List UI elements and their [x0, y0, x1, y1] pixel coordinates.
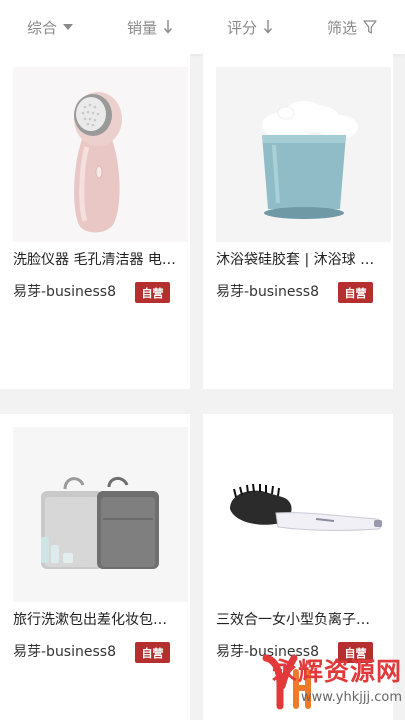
filter-button[interactable]: 筛选: [327, 17, 377, 38]
shop-name: 易芽-business8: [13, 644, 116, 660]
sort-rating-label: 评分: [226, 18, 257, 37]
arrow-down-icon: [163, 20, 173, 34]
self-operated-badge: 自营: [135, 282, 170, 303]
watermark-text: 永辉资源网: [271, 657, 402, 686]
self-operated-badge: 自营: [338, 282, 373, 303]
product-image-travel-toiletry-bag: [13, 427, 188, 602]
filter-label: 筛选: [326, 18, 357, 37]
product-image-facial-cleansing-brush: [13, 67, 188, 242]
sort-composite-label: 综合: [27, 18, 58, 37]
product-name: 旅行洗漱包出差化妆包…: [13, 612, 167, 628]
product-name: 三效合一女小型负离子…: [216, 612, 370, 628]
product-card[interactable]: 沐浴袋硅胶套 | 沐浴球 … 易芽-business8 自营: [203, 54, 393, 389]
shop-name: 易芽-business8: [216, 284, 319, 300]
sort-composite[interactable]: 综合: [27, 17, 74, 38]
sort-rating[interactable]: 评分: [227, 17, 273, 38]
product-name: 洗脸仪器 毛孔清洁器 电…: [13, 252, 176, 268]
sort-sales[interactable]: 销量: [127, 17, 173, 38]
self-operated-badge: 自营: [135, 642, 170, 663]
product-image-hair-straightening-brush: [216, 427, 391, 602]
funnel-icon: [363, 20, 377, 34]
watermark-url: www.yhkjjj.com: [300, 690, 402, 705]
product-name: 沐浴袋硅胶套 | 沐浴球 …: [216, 252, 375, 268]
product-card[interactable]: 旅行洗漱包出差化妆包… 易芽-business8 自营: [0, 414, 190, 720]
watermark: 永辉资源网 www.yhkjjj.com: [262, 650, 405, 720]
shop-name: 易芽-business8: [13, 284, 116, 300]
arrow-down-icon: [263, 20, 273, 34]
sort-sales-label: 销量: [126, 18, 157, 37]
product-image-bath-sponge-cup: [216, 67, 391, 242]
caret-down-icon: [63, 24, 74, 30]
sort-bar: 综合 销量 评分 筛选: [0, 0, 405, 54]
product-card[interactable]: 洗脸仪器 毛孔清洁器 电… 易芽-business8 自营: [0, 54, 190, 389]
